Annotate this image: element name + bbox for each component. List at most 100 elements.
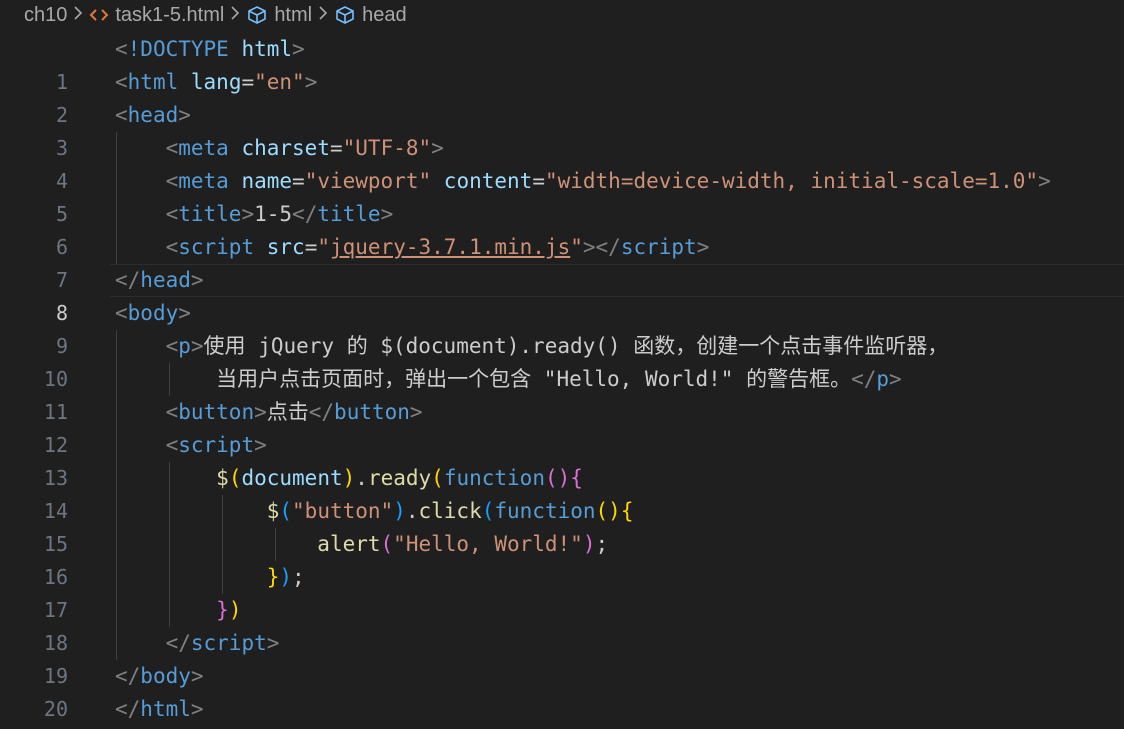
jquery-file-link[interactable]: jquery-3.7.1.min.js xyxy=(330,235,570,259)
token: > xyxy=(266,631,280,655)
token: </ xyxy=(292,202,318,226)
token: </ xyxy=(115,697,141,721)
token: ) xyxy=(393,499,406,523)
line-content: </html> xyxy=(115,693,204,726)
code-line[interactable]: 12 <button>点击</button> xyxy=(0,396,1124,457)
line-content: }); xyxy=(115,561,305,594)
chevron-right-icon xyxy=(224,5,246,26)
line-content: $("button").click(function(){ xyxy=(115,495,634,528)
token: charset xyxy=(241,136,330,160)
token: "UTF-8" xyxy=(342,136,432,160)
code-line[interactable]: 15 $("button").click(function(){ xyxy=(0,495,1124,556)
token: > xyxy=(304,70,318,94)
token: " xyxy=(570,235,583,259)
token: p xyxy=(876,367,890,391)
token: "button" xyxy=(292,499,394,523)
token: html xyxy=(140,697,191,721)
code-line[interactable]: 1 <!DOCTYPE html> xyxy=(0,33,1124,94)
line-content: <script src="jquery-3.7.1.min.js"></scri… xyxy=(115,231,710,264)
line-content: <title>1-5</title> xyxy=(115,198,394,231)
code-line[interactable]: 18 }) xyxy=(0,594,1124,655)
token: ; xyxy=(292,565,305,589)
code-line[interactable]: 9 <body> xyxy=(0,297,1124,358)
breadcrumb-file[interactable]: task1-5.html xyxy=(89,4,224,27)
token: > xyxy=(254,400,267,424)
token: ( xyxy=(279,499,293,523)
breadcrumb-folder[interactable]: ch10 xyxy=(24,4,67,27)
line-content: <head> xyxy=(115,99,191,132)
code-line[interactable]: 20 </body> xyxy=(0,660,1124,721)
code-line[interactable]: 17 }); xyxy=(0,561,1124,622)
token: "en" xyxy=(254,70,305,94)
token: 1-5 xyxy=(254,202,293,226)
code-line[interactable]: 2 <html lang="en"> xyxy=(0,66,1124,127)
code-line[interactable]: 7 <script src="jquery-3.7.1.min.js"></sc… xyxy=(0,231,1124,292)
token: > xyxy=(582,235,596,259)
token: = xyxy=(241,70,255,94)
line-content: </script> xyxy=(115,627,280,660)
token: > xyxy=(696,235,710,259)
token: > xyxy=(190,697,204,721)
token: < xyxy=(165,169,179,193)
code-line[interactable]: 14 $(document).ready(function(){ xyxy=(0,462,1124,523)
token: !DOCTYPE xyxy=(127,37,229,61)
code-line[interactable]: 5 <meta name="viewport" content="width=d… xyxy=(0,165,1124,226)
token: </ xyxy=(595,235,621,259)
token: "width=device-width, initial-scale=1.0" xyxy=(544,169,1039,193)
token: $ xyxy=(216,466,229,490)
token: ( xyxy=(431,466,444,490)
breadcrumb-element-html[interactable]: html xyxy=(246,4,312,27)
code-line[interactable]: 10 <p>使用 jQuery 的 $(document).ready() 函数… xyxy=(0,330,1124,391)
token: < xyxy=(165,136,179,160)
breadcrumb-element-head[interactable]: head xyxy=(334,4,407,27)
token: script xyxy=(178,235,255,259)
token: > xyxy=(190,268,204,292)
token: > xyxy=(190,664,204,688)
code-line[interactable]: 16 alert("Hello, World!"); xyxy=(0,528,1124,589)
paragraph-text: 使用 jQuery 的 $(document).ready() 函数，创建一个点… xyxy=(203,334,949,358)
line-content: <!DOCTYPE html> xyxy=(115,33,305,66)
token: . xyxy=(405,499,419,523)
token: ; xyxy=(595,532,609,556)
code-editor[interactable]: 1 <!DOCTYPE html> 2 <html lang="en"> 3 <… xyxy=(0,33,1124,729)
token: head xyxy=(127,103,179,127)
breadcrumb: ch10 task1-5.html html head xyxy=(0,0,1124,30)
token: = xyxy=(292,169,305,193)
token: body xyxy=(140,664,191,688)
code-line[interactable]: 21 </html> xyxy=(0,693,1124,726)
token: click xyxy=(418,499,482,523)
code-line[interactable]: 3 <head> xyxy=(0,99,1124,160)
token: . xyxy=(355,466,368,490)
token: } xyxy=(266,565,280,589)
token: ( xyxy=(380,532,394,556)
token: > xyxy=(1038,169,1051,193)
line-content: <script> xyxy=(115,429,267,462)
code-line[interactable]: 13 <script> xyxy=(0,429,1124,490)
token: < xyxy=(115,103,128,127)
line-content: </body> xyxy=(115,660,204,693)
token: ) xyxy=(582,532,596,556)
token: button xyxy=(178,400,255,424)
token: document xyxy=(241,466,343,490)
code-line[interactable]: 11 当用户点击页面时，弹出一个包含 "Hello, World!" 的警告框。… xyxy=(0,363,1124,424)
token: script xyxy=(190,631,267,655)
token: src xyxy=(266,235,305,259)
token: head xyxy=(140,268,191,292)
code-line[interactable]: 4 <meta charset="UTF-8"> xyxy=(0,132,1124,193)
code-line[interactable]: 6 <title>1-5</title> xyxy=(0,198,1124,259)
code-line[interactable]: 19 </script> xyxy=(0,627,1124,688)
breadcrumb-folder-label: ch10 xyxy=(24,3,68,26)
token: > xyxy=(431,136,444,160)
code-line-current[interactable]: 8 </head> xyxy=(0,264,1124,325)
token: $ xyxy=(266,499,280,523)
token: ( xyxy=(481,499,495,523)
line-content: <p>使用 jQuery 的 $(document).ready() 函数，创建… xyxy=(115,330,949,363)
token: < xyxy=(115,301,128,325)
chevron-right-icon xyxy=(67,5,89,26)
